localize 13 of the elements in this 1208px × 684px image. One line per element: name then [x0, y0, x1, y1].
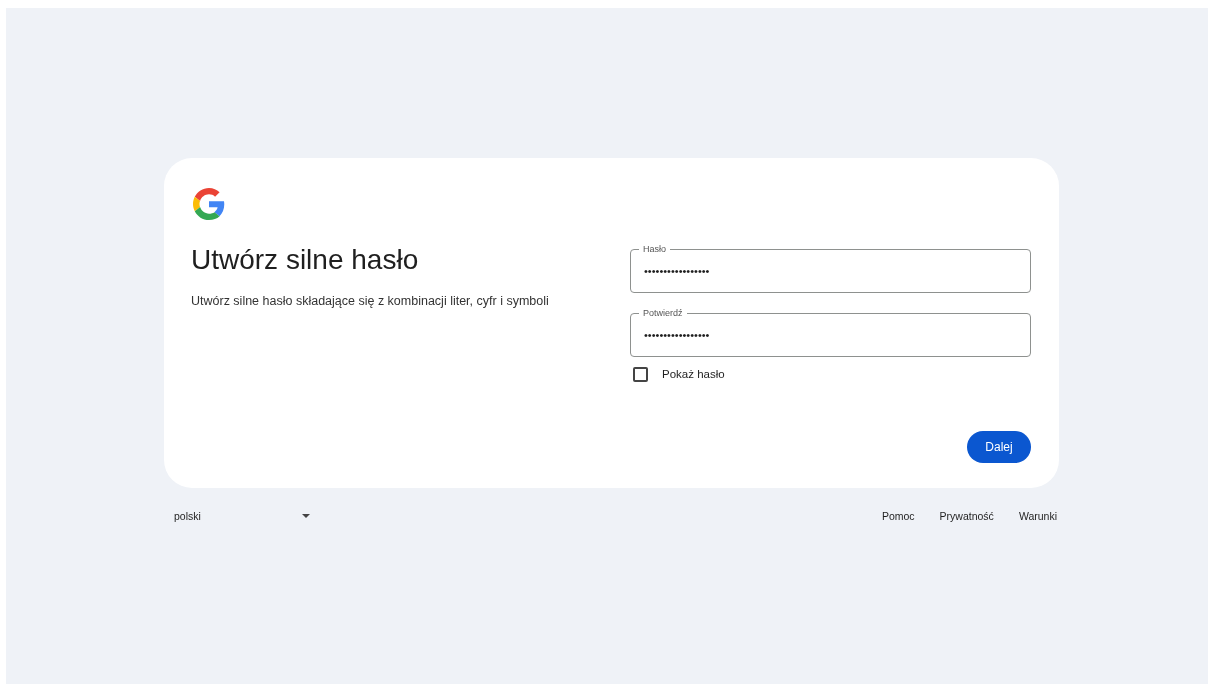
description-text: Utwórz silne hasło składające się z kombinacji liter, cyfr i symboli	[191, 294, 550, 308]
next-button[interactable]: Dalej	[967, 431, 1031, 463]
field-label: Potwierdź	[639, 307, 687, 319]
field-label: Hasło	[639, 243, 670, 255]
caret-icon	[302, 514, 310, 518]
language-dropdown[interactable]: polski	[174, 506, 310, 526]
checkbox-label[interactable]: Pokaż hasło	[662, 368, 725, 380]
logo-icon	[193, 188, 225, 220]
footer-link[interactable]: Pomoc	[881, 510, 915, 522]
checkbox[interactable]	[633, 366, 648, 382]
page-title: Utwórz silne hasło	[191, 243, 420, 277]
footer-link[interactable]: Prywatność	[939, 510, 994, 522]
footer-link[interactable]: Warunki	[1018, 510, 1057, 522]
